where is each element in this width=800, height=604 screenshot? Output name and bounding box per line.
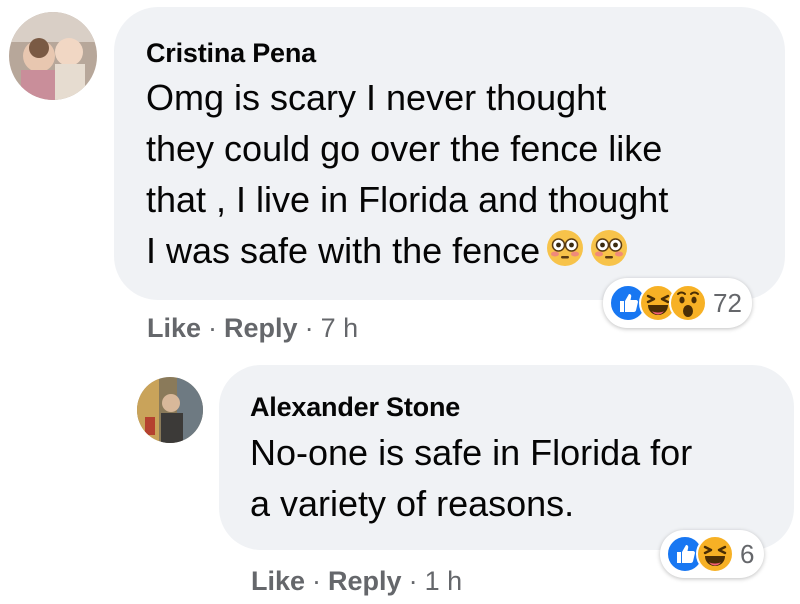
comment-text-line: they could go over the fence like (146, 128, 663, 169)
reaction-count: 6 (740, 538, 755, 569)
separator: · (208, 313, 218, 343)
reply-button[interactable]: Reply (328, 566, 402, 596)
separator: · (304, 313, 314, 343)
comment-text-line: No-one is safe in Florida for (250, 432, 693, 473)
like-button[interactable]: Like (147, 313, 201, 343)
comment-text-line: that , I live in Florida and thought (146, 179, 669, 220)
reply-button[interactable]: Reply (224, 313, 298, 343)
reactions-summary[interactable]: 6 (660, 530, 765, 578)
like-button[interactable]: Like (251, 566, 305, 596)
comment-author[interactable]: Alexander Stone (250, 392, 460, 423)
comment-author[interactable]: Cristina Pena (146, 38, 316, 69)
comment-actions: Like · Reply · 7 h (147, 313, 358, 344)
flushed-face-emoji (546, 229, 584, 280)
comment-text-line: a variety of reasons. (250, 483, 575, 524)
timestamp[interactable]: 1 h (425, 566, 463, 596)
comment-actions: Like · Reply · 1 h (251, 566, 462, 597)
avatar[interactable] (9, 12, 97, 100)
reactions-summary[interactable]: 72 (603, 278, 752, 328)
comment-text: No-one is safe in Florida for a variety … (250, 427, 692, 529)
comment-text-line: Omg is scary I never thought (146, 77, 607, 118)
wow-reaction-icon (669, 284, 707, 322)
separator: · (312, 566, 322, 596)
comment-text-line: I was safe with the fence (146, 230, 541, 271)
separator: · (408, 566, 418, 596)
reaction-count: 72 (713, 287, 742, 318)
haha-reaction-icon (696, 535, 734, 573)
timestamp[interactable]: 7 h (321, 313, 359, 343)
flushed-face-emoji (590, 229, 628, 280)
avatar[interactable] (137, 377, 203, 443)
comment-text: Omg is scary I never thought they could … (146, 72, 668, 280)
